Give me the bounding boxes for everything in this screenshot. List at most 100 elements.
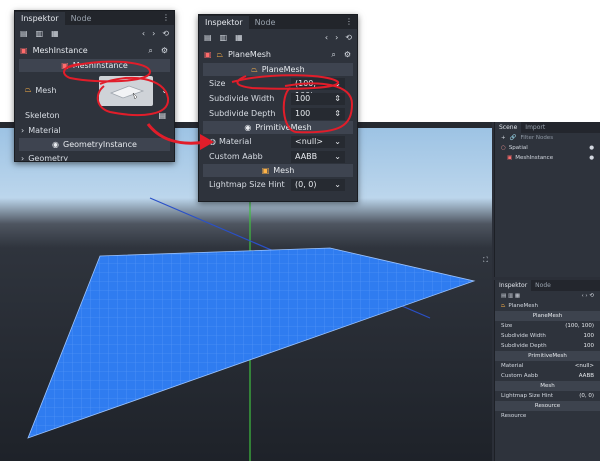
inspector-panel-meshinstance: Inspektor Node ⋮ ▤ ▥ ▦ ‹ › ⟲ ▣ MeshInsta… xyxy=(14,10,175,162)
scene-tree-item-spatial[interactable]: ○ Spatial ● xyxy=(495,143,600,153)
object-name: MeshInstance xyxy=(32,46,88,55)
scene-dock-tabs: Scene Import xyxy=(495,122,600,133)
save-resource-icon[interactable]: ▦ xyxy=(51,29,59,38)
spin-arrows-icon[interactable]: ⇕ xyxy=(334,93,341,105)
mini-section-planemesh[interactable]: PlaneMesh xyxy=(495,311,600,321)
chevron-down-icon[interactable]: ⌄ xyxy=(334,78,341,90)
subdivide-depth-spinbox[interactable]: 100 ⇕ xyxy=(291,107,345,120)
tab-node-mini[interactable]: Node xyxy=(531,280,555,291)
object-tools: ⌕ ⚙ xyxy=(331,50,351,60)
mini-row-size[interactable]: Size (100, 100) xyxy=(495,321,600,331)
forward-icon[interactable]: › xyxy=(335,33,338,42)
chevron-down-icon[interactable]: ⌄ xyxy=(334,136,341,148)
section-planemesh[interactable]: ⏢ PlaneMesh xyxy=(203,63,353,76)
save-resource-icon[interactable]: ▦ xyxy=(235,33,243,42)
history-nav: ‹ › ⟲ xyxy=(142,29,169,38)
left-object-row: ▣ MeshInstance ⌕ ⚙ xyxy=(15,42,174,59)
tab-inspektor[interactable]: Inspektor xyxy=(199,16,249,29)
tools-icon[interactable]: ⚙ xyxy=(344,50,351,60)
mini-row-lightmap[interactable]: Lightmap Size Hint (0, 0) xyxy=(495,391,600,401)
forward-icon[interactable]: › xyxy=(152,29,155,38)
mesh-dropdown-chevron-icon[interactable]: ⌄ xyxy=(161,86,168,95)
open-resource-icon[interactable]: ▥ xyxy=(36,29,44,38)
material-icon: ◍ xyxy=(209,137,216,146)
history-icons[interactable]: ‹ › ⟲ xyxy=(581,291,594,301)
spatial-icon: ○ xyxy=(501,145,506,151)
tab-inspektor-mini[interactable]: Inspektor xyxy=(495,280,532,291)
tab-scene[interactable]: Scene xyxy=(495,122,522,133)
property-geometry-group[interactable]: › Geometry xyxy=(15,151,174,162)
meshinstance-icon: ▣ xyxy=(20,46,28,55)
visibility-eye-icon[interactable]: ● xyxy=(589,153,594,163)
chevron-right-icon: › xyxy=(21,154,25,162)
mini-footer-resource: Resource xyxy=(501,413,527,419)
mini-row-subdivide-width[interactable]: Subdivide Width 100 xyxy=(495,331,600,341)
tools-icon[interactable]: ⚙ xyxy=(161,46,168,56)
history-icon[interactable]: ⟲ xyxy=(345,33,352,42)
chevron-down-icon[interactable]: ⌄ xyxy=(334,151,341,163)
viewport-expand-icon[interactable]: ⛶ xyxy=(483,256,488,265)
left-panel-toolbar: ▤ ▥ ▦ ‹ › ⟲ xyxy=(15,25,174,42)
history-icon[interactable]: ⟲ xyxy=(162,29,169,38)
mini-section-mesh[interactable]: Mesh xyxy=(495,381,600,391)
search-icon[interactable]: ⌕ xyxy=(148,46,152,56)
tab-inspektor[interactable]: Inspektor xyxy=(15,12,65,25)
lightmap-value-field[interactable]: (0, 0) ⌄ xyxy=(291,178,345,191)
right-panel-tabs: Inspektor Node ⋮ xyxy=(199,15,357,29)
planemesh-icon: ⏢ xyxy=(501,303,506,309)
property-subdivide-depth[interactable]: Subdivide Depth 100 ⇕ xyxy=(199,106,357,121)
link-icon[interactable]: 🔗 xyxy=(510,133,517,143)
property-mesh: ⏢ Mesh ⌄ xyxy=(15,72,174,108)
mini-row-material[interactable]: Material <null> xyxy=(495,361,600,371)
visibility-eye-icon[interactable]: ● xyxy=(589,143,594,153)
history-nav: ‹ › ⟲ xyxy=(325,33,352,42)
custom-aabb-field[interactable]: AABB ⌄ xyxy=(291,150,345,163)
open-resource-icon[interactable]: ▥ xyxy=(220,33,228,42)
property-skeleton[interactable]: Skeleton ▤ xyxy=(15,108,174,123)
back-icon[interactable]: ‹ xyxy=(142,29,145,38)
mini-inspector-tabs: Inspektor Node xyxy=(495,280,600,291)
add-node-icon[interactable]: + xyxy=(501,133,506,143)
tab-node[interactable]: Node xyxy=(65,12,98,25)
filter-nodes-input[interactable]: Filter Nodes xyxy=(520,133,553,143)
meshinstance-icon: ▣ xyxy=(204,50,212,59)
tab-node[interactable]: Node xyxy=(249,16,282,29)
subdivide-width-spinbox[interactable]: 100 ⇕ xyxy=(291,92,345,105)
property-custom-aabb[interactable]: Custom Aabb AABB ⌄ xyxy=(199,149,357,164)
new-resource-icon[interactable]: ▤ xyxy=(204,33,212,42)
scene-filter-row: + 🔗 Filter Nodes xyxy=(495,133,600,143)
right-panel-toolbar: ▤ ▥ ▦ ‹ › ⟲ xyxy=(199,29,357,46)
size-value-field[interactable]: (100, 100) ⌄ xyxy=(291,77,345,100)
scene-tree-item-meshinstance[interactable]: ▣ MeshInstance ● xyxy=(495,153,600,163)
section-meshinstance[interactable]: ▣ MeshInstance xyxy=(19,59,170,72)
mini-section-resource[interactable]: Resource xyxy=(495,401,600,411)
property-subdivide-width[interactable]: Subdivide Width 100 ⇕ xyxy=(199,91,357,106)
panel-menu-icon[interactable]: ⋮ xyxy=(162,13,170,22)
spin-arrows-icon[interactable]: ⇕ xyxy=(334,108,341,120)
tab-import[interactable]: Import xyxy=(521,122,549,133)
panel-menu-icon[interactable]: ⋮ xyxy=(345,17,353,26)
property-material[interactable]: ◍ Material <null> ⌄ xyxy=(199,134,357,149)
section-primitivemesh[interactable]: ◉ PrimitiveMesh xyxy=(203,121,353,134)
property-lightmap-size-hint[interactable]: Lightmap Size Hint (0, 0) ⌄ xyxy=(199,177,357,192)
mesh-section-icon: ▣ xyxy=(261,166,270,175)
section-geometryinstance[interactable]: ◉ GeometryInstance xyxy=(19,138,170,151)
plane-mesh-grid xyxy=(28,248,474,438)
mini-row-custom-aabb[interactable]: Custom Aabb AABB xyxy=(495,371,600,381)
mini-section-primitive[interactable]: PrimitiveMesh xyxy=(495,351,600,361)
skeleton-path-icon[interactable]: ▤ xyxy=(158,111,166,120)
back-icon[interactable]: ‹ xyxy=(325,33,328,42)
search-icon[interactable]: ⌕ xyxy=(331,50,335,60)
mini-row-subdivide-depth[interactable]: Subdivide Depth 100 xyxy=(495,341,600,351)
planemesh-icon: ⏢ xyxy=(25,85,32,94)
chevron-right-icon: › xyxy=(21,126,25,135)
property-material-group[interactable]: › Material xyxy=(15,123,174,138)
left-panel-tabs: Inspektor Node ⋮ xyxy=(15,11,174,25)
mesh-preview-thumbnail[interactable] xyxy=(99,76,153,106)
new-resource-icon[interactable]: ▤ ▥ ▦ xyxy=(501,291,520,301)
chevron-down-icon[interactable]: ⌄ xyxy=(334,179,341,191)
property-size[interactable]: Size (100, 100) ⌄ xyxy=(199,76,357,100)
material-value-field[interactable]: <null> ⌄ xyxy=(291,135,345,148)
section-mesh[interactable]: ▣ Mesh xyxy=(203,164,353,177)
new-resource-icon[interactable]: ▤ xyxy=(20,29,28,38)
